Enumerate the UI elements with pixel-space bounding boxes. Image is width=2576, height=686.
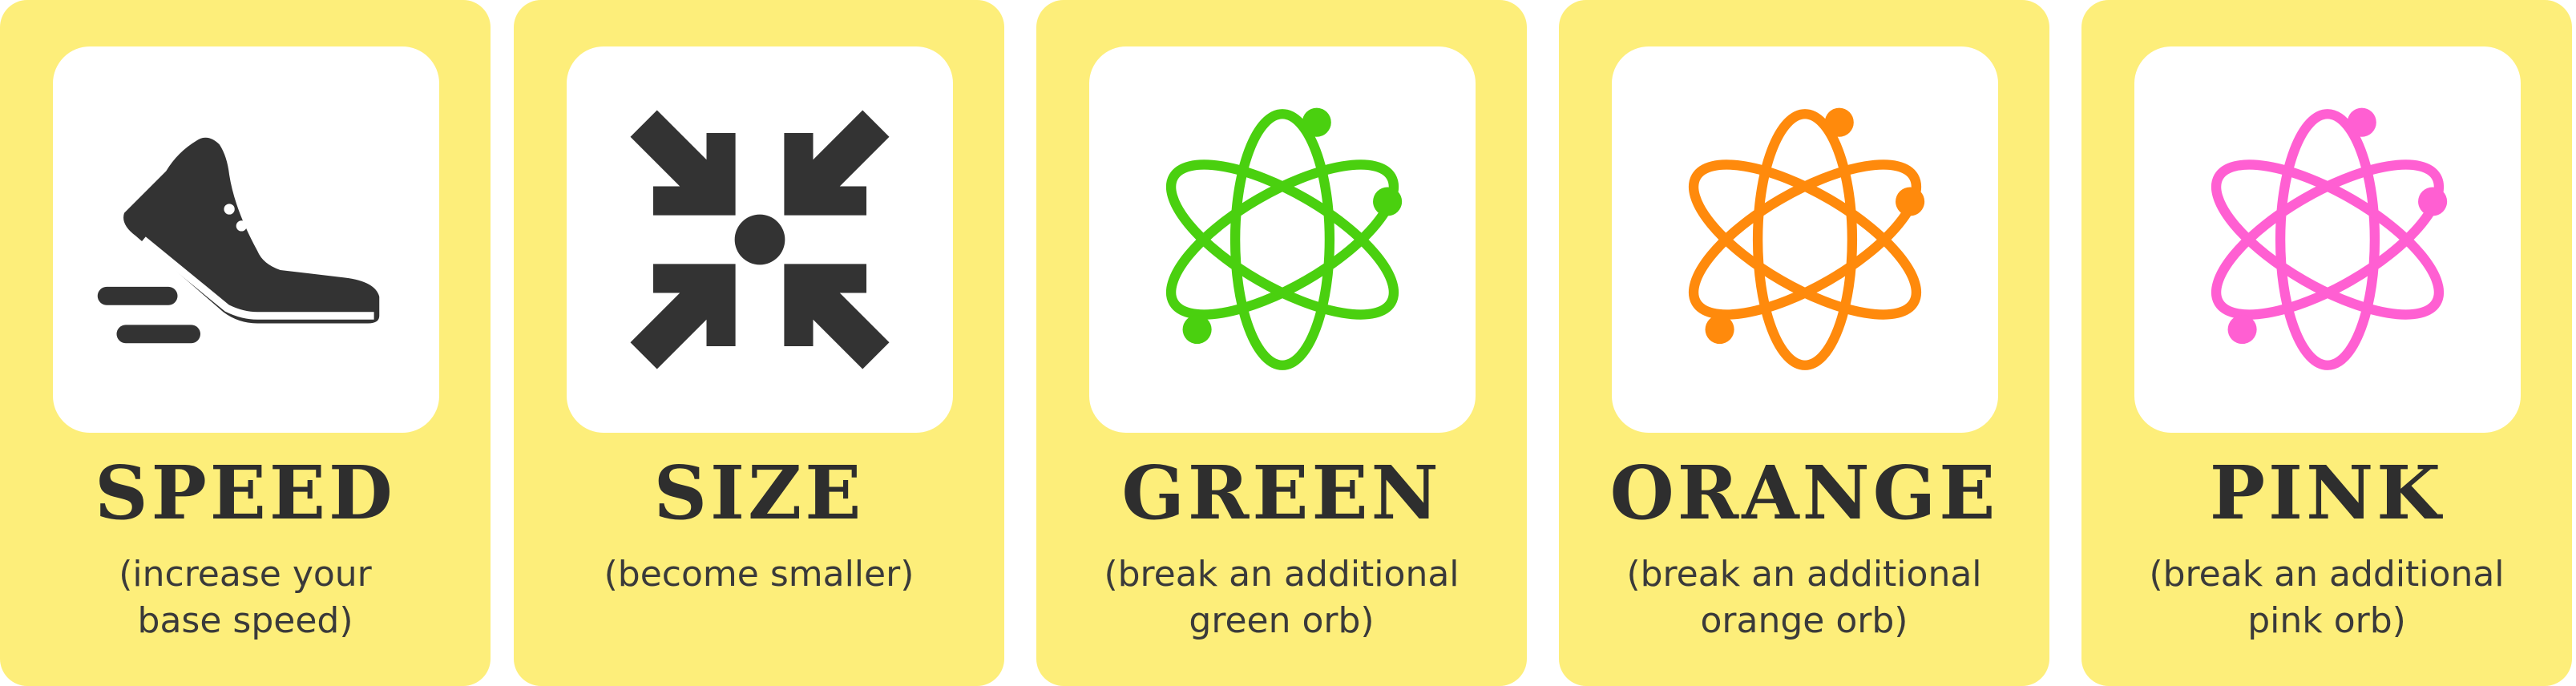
powerup-card-size[interactable]: SIZE (become smaller) (514, 0, 1004, 686)
card-description: (increase your base speed) (32, 551, 458, 644)
card-title: SIZE (653, 450, 865, 536)
card-title: SPEED (95, 450, 396, 536)
powerup-card-pink[interactable]: PINK (break an additional pink orb) (2081, 0, 2572, 686)
card-title: GREEN (1121, 450, 1442, 536)
atom-icon (1688, 107, 1925, 370)
card-description-line: (increase your (119, 554, 372, 595)
shrink-arrows-icon (630, 110, 890, 369)
icon-box (1089, 46, 1476, 433)
icon-box (1612, 46, 1998, 433)
powerup-card-speed[interactable]: SPEED (increase your base speed) (0, 0, 491, 686)
atom-icon (2211, 107, 2448, 370)
card-description-line: (become smaller) (604, 554, 915, 595)
icon-box (53, 46, 439, 433)
card-description-line: pink orb) (2247, 600, 2406, 641)
card-description-line: (break an additional (1104, 554, 1460, 595)
powerup-card-green[interactable]: GREEN (break an additional green orb) (1036, 0, 1527, 686)
card-description: (break an additional green orb) (1068, 551, 1495, 644)
card-description-line: (break an additional (1626, 554, 1982, 595)
powerup-card-orange[interactable]: ORANGE (break an additional orange orb) (1559, 0, 2049, 686)
card-title: PINK (2209, 450, 2445, 536)
card-description-line: green orb) (1189, 600, 1375, 641)
card-description-line: base speed) (137, 600, 353, 641)
card-description: (break an additional pink orb) (2114, 551, 2540, 644)
card-description: (become smaller) (546, 551, 972, 598)
icon-box (567, 46, 953, 433)
card-title: ORANGE (1609, 450, 1999, 536)
card-description-line: orange orb) (1700, 600, 1908, 641)
icon-box (2134, 46, 2521, 433)
atom-icon (1165, 107, 1403, 370)
card-description: (break an additional orange orb) (1591, 551, 2017, 644)
shoe-icon (97, 137, 380, 344)
card-description-line: (break an additional (2149, 554, 2505, 595)
